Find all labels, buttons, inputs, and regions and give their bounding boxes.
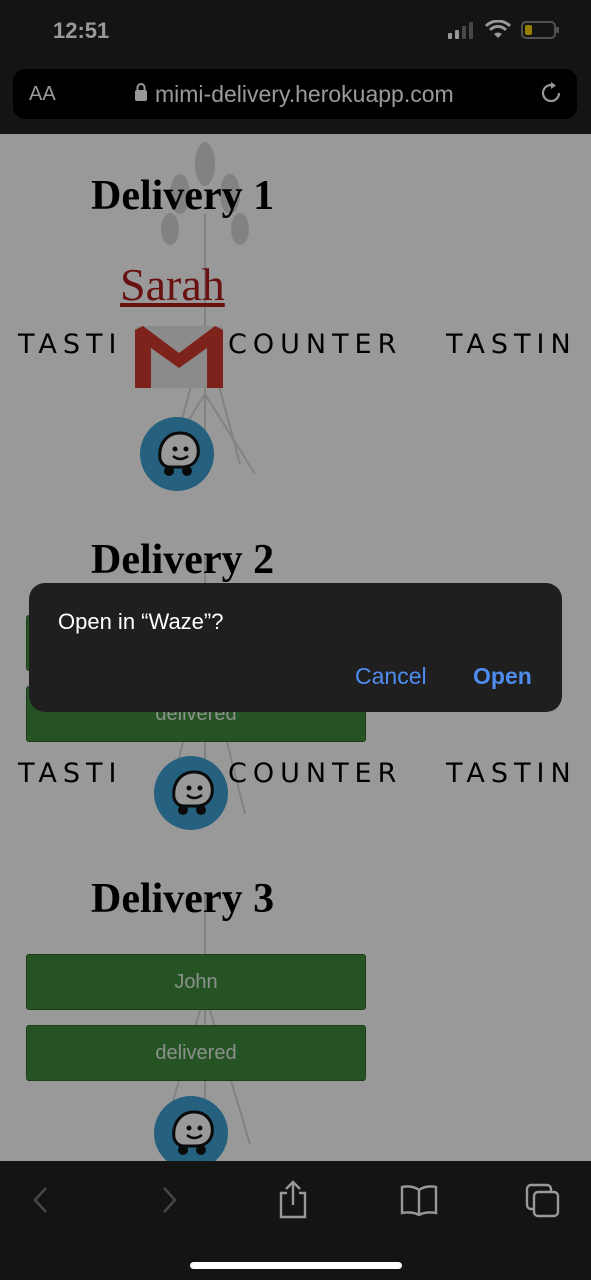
open-in-waze-dialog: Open in “Waze”? Cancel Open (29, 583, 562, 712)
home-indicator[interactable] (190, 1262, 402, 1269)
screen: 12:51 AA mimi-delivery.herokuapp.com Del… (0, 0, 591, 1280)
cancel-button[interactable]: Cancel (355, 663, 427, 690)
dialog-title: Open in “Waze”? (58, 609, 224, 634)
open-button[interactable]: Open (473, 663, 532, 690)
